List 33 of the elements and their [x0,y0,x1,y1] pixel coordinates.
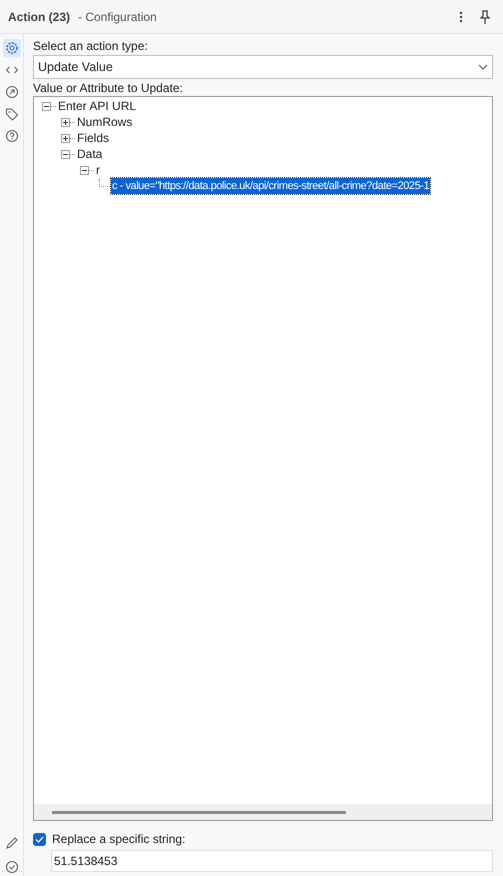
sidebar-tab[interactable] [2,39,20,57]
tree-item[interactable]: c - value="https://data.police.uk/api/crimes-street/all-crime?date=2025-1 [111,178,430,194]
expand-icon[interactable] [61,134,70,142]
expand-icon[interactable] [61,118,70,126]
chevron-down-icon [478,64,488,70]
action-type-dropdown[interactable]: Update Value [33,55,493,79]
arrow-circle-icon [4,85,18,99]
collapse-icon[interactable] [80,166,89,174]
tree-item[interactable]: Enter API URL [57,97,138,115]
collapse-icon[interactable] [42,102,51,110]
tree-item[interactable]: Fields [76,129,110,147]
panel-subtitle: - Configuration [78,8,157,26]
pin-icon[interactable] [479,10,491,24]
tree-view[interactable]: Enter API URL NumRows Fields Data r c - value="https://data.police.uk/api/crimes-street/all-crime?date=2025-1 [33,96,493,821]
tag-icon [4,107,18,121]
checkbox-label: Replace a specific string: [52,831,186,848]
field-label: Value or Attribute to Update: [33,81,184,95]
tree-item[interactable]: Data [76,145,104,163]
horizontal-scrollbar[interactable] [34,804,492,820]
check-circle-icon[interactable] [4,860,18,874]
tree-item[interactable]: NumRows [76,113,134,131]
gear-icon [4,41,18,55]
pencil-icon[interactable] [4,836,18,850]
checkbox[interactable] [33,832,46,846]
more-options-icon[interactable] [459,10,463,22]
field-label: Select an action type: [33,39,149,53]
scrollbar-thumb[interactable] [52,810,346,814]
panel-title: Action (23) [8,8,70,26]
input-field[interactable]: 51.5138453 [51,850,493,872]
check-icon [35,836,44,842]
tree-item[interactable]: r [95,161,101,179]
collapse-icon[interactable] [61,150,70,158]
help-icon [4,129,18,143]
